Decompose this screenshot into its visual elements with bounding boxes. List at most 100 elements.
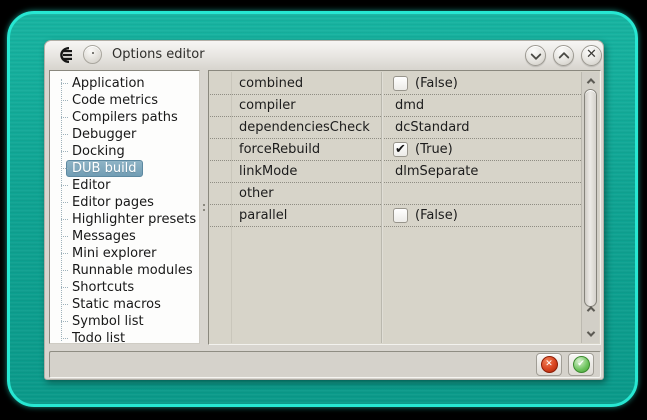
cancel-button[interactable]: ✕ — [536, 353, 562, 376]
sidebar-item-label: Editor pages — [72, 195, 154, 210]
chevron-up-icon — [557, 51, 570, 63]
property-rows: combined (False) compiler dmd dependenciesCh… — [210, 73, 581, 227]
chevron-up-icon — [586, 77, 595, 87]
sidebar-item-label: Application — [72, 76, 145, 91]
sidebar-item-editor-pages[interactable]: Editor pages — [50, 194, 199, 211]
tree-branch-icon — [61, 219, 68, 220]
property-value — [388, 183, 581, 204]
property-value: (False) — [388, 73, 581, 94]
property-value: (False) — [388, 205, 581, 226]
sidebar-item-mini-explorer[interactable]: Mini explorer — [50, 245, 199, 262]
sidebar-item-todo-list[interactable]: Todo list — [50, 330, 199, 344]
accept-button[interactable]: ✔ — [568, 353, 594, 376]
category-list: Application Code metrics Compilers paths De… — [49, 70, 200, 344]
sidebar-item-application[interactable]: Application — [50, 75, 199, 92]
property-value-text: (False) — [415, 208, 458, 223]
sidebar-item-label: Debugger — [72, 127, 137, 142]
chevron-up-icon — [586, 305, 595, 315]
sidebar-item-docking[interactable]: Docking — [50, 143, 199, 160]
property-row-forceRebuild[interactable]: forceRebuild (True) — [210, 139, 581, 161]
sidebar-item-compilers-paths[interactable]: Compilers paths — [50, 109, 199, 126]
property-value: dcStandard — [388, 117, 581, 138]
sidebar-item-label: Messages — [72, 229, 136, 244]
property-value: dlmSeparate — [388, 161, 581, 182]
sidebar-item-label: Editor — [72, 178, 111, 193]
sidebar-item-dub-build[interactable]: DUB build — [50, 160, 199, 177]
sidebar-item-messages[interactable]: Messages — [50, 228, 199, 245]
coedit-logo-icon — [60, 47, 72, 63]
panel-splitter[interactable] — [200, 70, 208, 345]
tree-branch-icon — [61, 236, 68, 237]
sidebar-item-label: Docking — [72, 144, 125, 159]
checkbox-unchecked-icon[interactable] — [393, 208, 408, 223]
window-menu-icon[interactable] — [83, 45, 102, 64]
property-row-compiler[interactable]: compiler dmd — [210, 95, 581, 117]
scroll-down-button[interactable] — [583, 327, 598, 340]
sidebar-item-label: Highlighter presets — [72, 212, 197, 227]
name-value-divider[interactable] — [381, 72, 383, 343]
property-name: linkMode — [239, 164, 298, 179]
tree-branch-icon — [61, 117, 68, 118]
vertical-scrollbar[interactable] — [581, 72, 599, 343]
tree-branch-icon — [61, 202, 68, 203]
sidebar-item-label: Shortcuts — [72, 280, 135, 295]
property-name: dependenciesCheck — [239, 120, 370, 135]
sidebar-item-label: Code metrics — [72, 93, 159, 108]
sidebar-item-highlighter-presets[interactable]: Highlighter presets — [50, 211, 199, 228]
property-value-text: dlmSeparate — [395, 164, 479, 179]
property-row-combined[interactable]: combined (False) — [210, 73, 581, 95]
tree-branch-icon — [61, 270, 68, 271]
property-value-text: dcStandard — [395, 120, 470, 135]
property-row-parallel[interactable]: parallel (False) — [210, 205, 581, 227]
maximize-button[interactable] — [553, 45, 574, 66]
sidebar-item-static-macros[interactable]: Static macros — [50, 296, 199, 313]
tree-branch-icon — [61, 253, 68, 254]
property-name: parallel — [239, 208, 288, 223]
scroll-up-button[interactable] — [583, 74, 598, 87]
category-tree: Application Code metrics Compilers paths De… — [50, 75, 199, 344]
screenshot-canvas: Options editor ✕ Application Code metrics… — [0, 0, 647, 420]
property-row-dependenciesCheck[interactable]: dependenciesCheck dcStandard — [210, 117, 581, 139]
tree-branch-icon — [61, 151, 68, 152]
desktop-background: Options editor ✕ Application Code metrics… — [7, 11, 638, 407]
chevron-down-icon — [529, 48, 542, 60]
property-grid: combined (False) compiler dmd dependenciesCh… — [208, 70, 601, 345]
sidebar-item-runnable-modules[interactable]: Runnable modules — [50, 262, 199, 279]
sidebar-item-shortcuts[interactable]: Shortcuts — [50, 279, 199, 296]
titlebar[interactable]: Options editor ✕ — [45, 41, 603, 69]
sidebar-item-symbol-list[interactable]: Symbol list — [50, 313, 199, 330]
tree-branch-icon — [61, 321, 68, 322]
property-row-linkMode[interactable]: linkMode dlmSeparate — [210, 161, 581, 183]
chevron-down-icon — [586, 327, 595, 337]
property-name: other — [239, 186, 274, 201]
sidebar-item-label: Runnable modules — [72, 263, 193, 278]
checkbox-checked-icon[interactable] — [393, 139, 408, 160]
property-name: combined — [239, 76, 304, 91]
tree-branch-icon — [61, 168, 68, 169]
sidebar-item-label: DUB build — [66, 160, 143, 177]
sidebar-item-label: Todo list — [72, 331, 126, 344]
sidebar-item-debugger[interactable]: Debugger — [50, 126, 199, 143]
scrollbar-thumb[interactable] — [584, 89, 597, 307]
checkbox-unchecked-icon[interactable] — [393, 76, 408, 91]
sidebar-item-label: Compilers paths — [72, 110, 178, 125]
property-row-other[interactable]: other — [210, 183, 581, 205]
sidebar-item-label: Static macros — [72, 297, 161, 312]
sidebar-item-code-metrics[interactable]: Code metrics — [50, 92, 199, 109]
property-value-text: (False) — [415, 76, 458, 91]
scroll-up-button-secondary[interactable] — [583, 302, 598, 315]
window-title: Options editor — [112, 47, 205, 62]
minimize-button[interactable] — [525, 45, 546, 66]
options-editor-window: Options editor ✕ Application Code metrics… — [44, 40, 604, 380]
tree-branch-icon — [61, 134, 68, 135]
tree-branch-icon — [61, 338, 68, 339]
property-value: dmd — [388, 95, 581, 116]
property-name: compiler — [239, 98, 296, 113]
accept-icon: ✔ — [572, 356, 590, 373]
tree-branch-icon — [61, 100, 68, 101]
sidebar-item-editor[interactable]: Editor — [50, 177, 199, 194]
tree-branch-icon — [61, 287, 68, 288]
close-button[interactable]: ✕ — [581, 45, 602, 66]
status-bar — [49, 351, 601, 378]
sidebar-item-label: Symbol list — [72, 314, 144, 329]
